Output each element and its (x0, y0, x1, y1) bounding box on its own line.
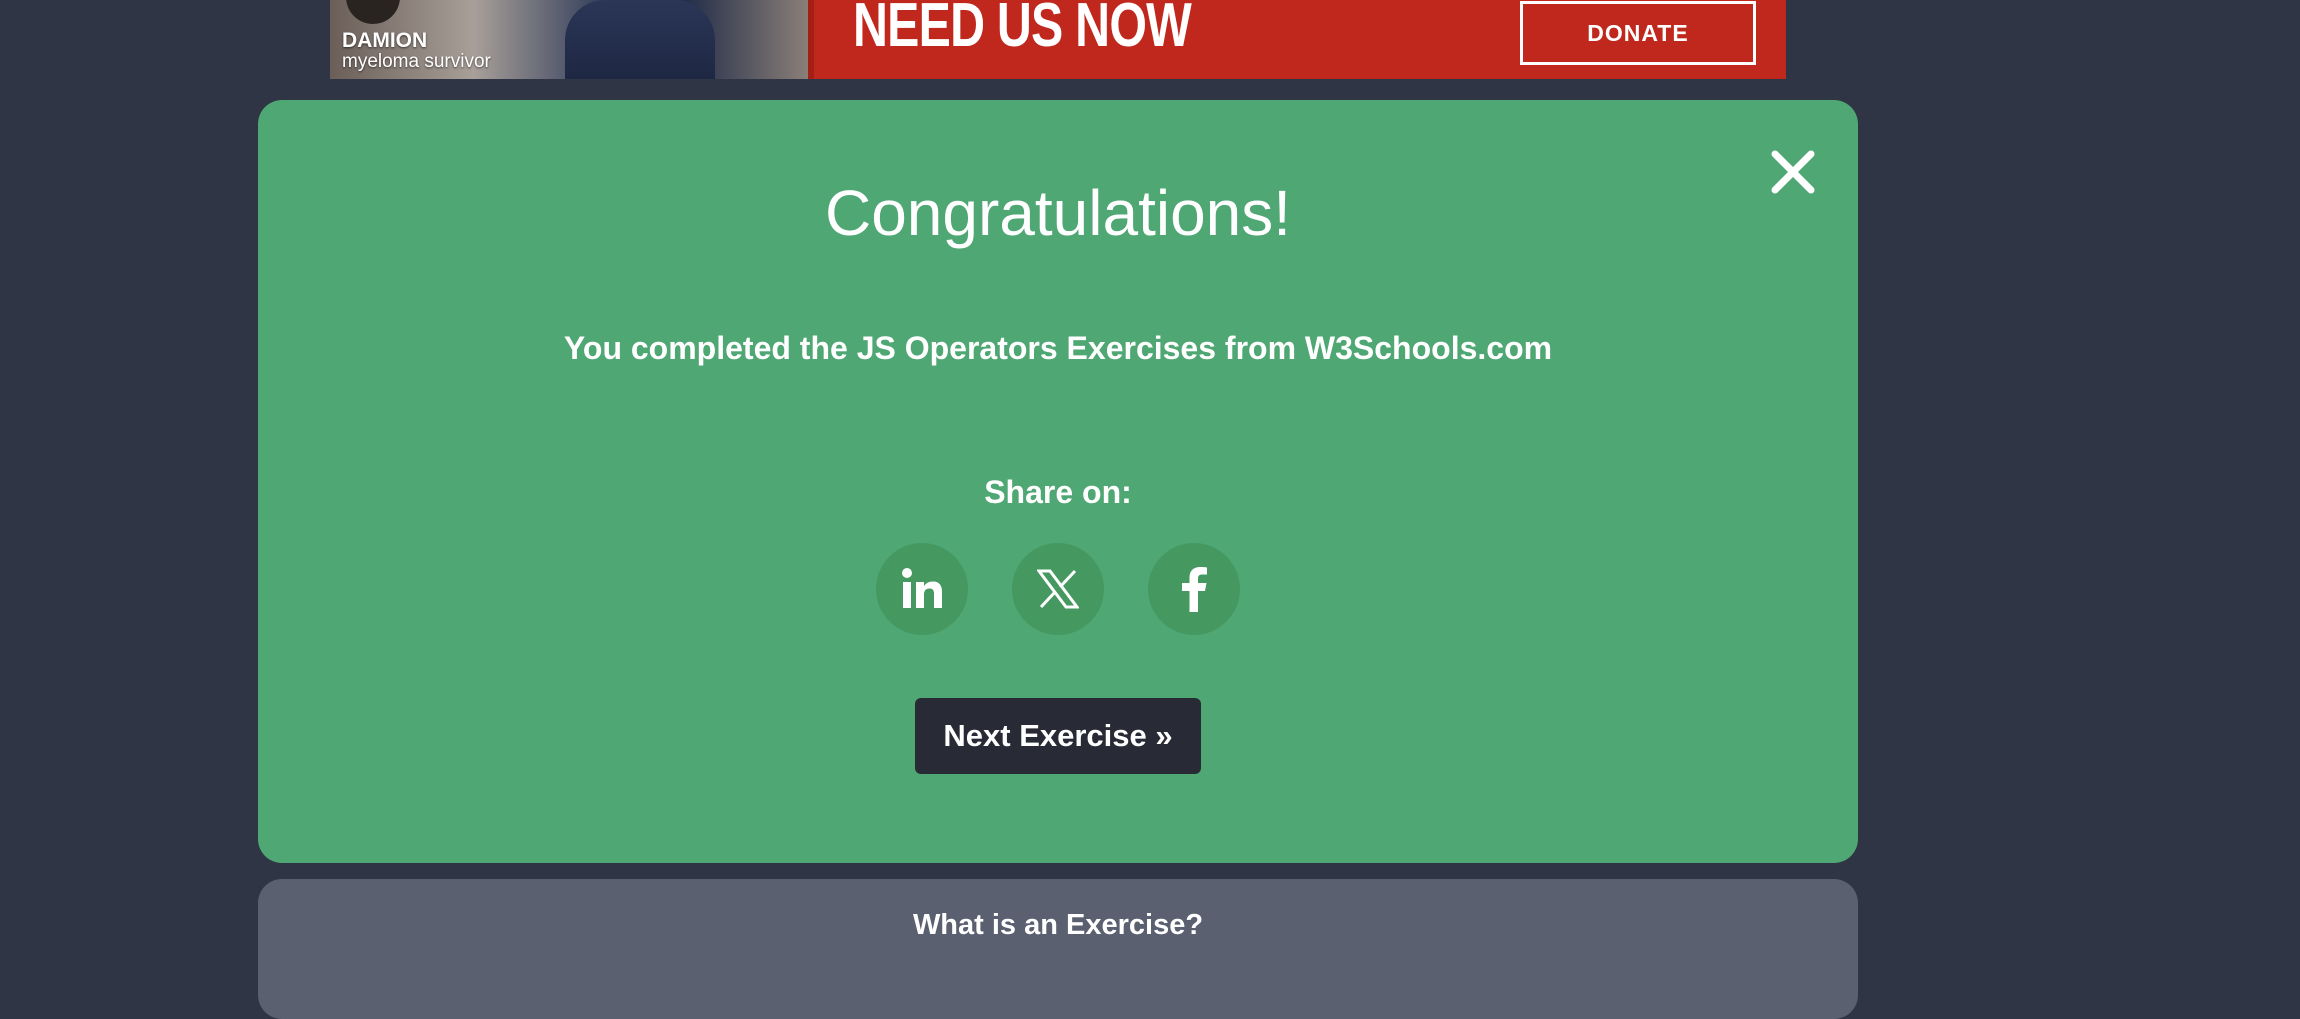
facebook-icon (1182, 567, 1207, 612)
share-label: Share on: (984, 474, 1132, 510)
exercise-info-panel: What is an Exercise? (258, 879, 1858, 1019)
modal-title: Congratulations! (824, 177, 1292, 249)
linkedin-icon (902, 568, 942, 608)
share-x-button[interactable] (1012, 543, 1104, 635)
ad-divider (808, 0, 814, 79)
congratulations-modal: Congratulations! You completed the JS Op… (258, 100, 1858, 863)
completion-message: You completed the JS Operators Exercises… (563, 330, 1553, 366)
donate-button[interactable]: DONATE (1520, 1, 1756, 65)
ad-person-caption: myeloma survivor (342, 51, 491, 72)
ad-person-name: DAMION (342, 29, 428, 52)
ad-headline: NEED US NOW (853, 0, 1192, 60)
share-linkedin-button[interactable] (876, 543, 968, 635)
share-facebook-button[interactable] (1148, 543, 1240, 635)
ad-banner[interactable]: DAMION myeloma survivor NEED US NOW DONA… (330, 0, 1786, 79)
info-panel-title: What is an Exercise? (912, 909, 1204, 941)
x-icon (1037, 569, 1079, 609)
next-exercise-button[interactable]: Next Exercise » (915, 698, 1201, 774)
ad-caption: DAMION myeloma survivor (342, 30, 491, 72)
